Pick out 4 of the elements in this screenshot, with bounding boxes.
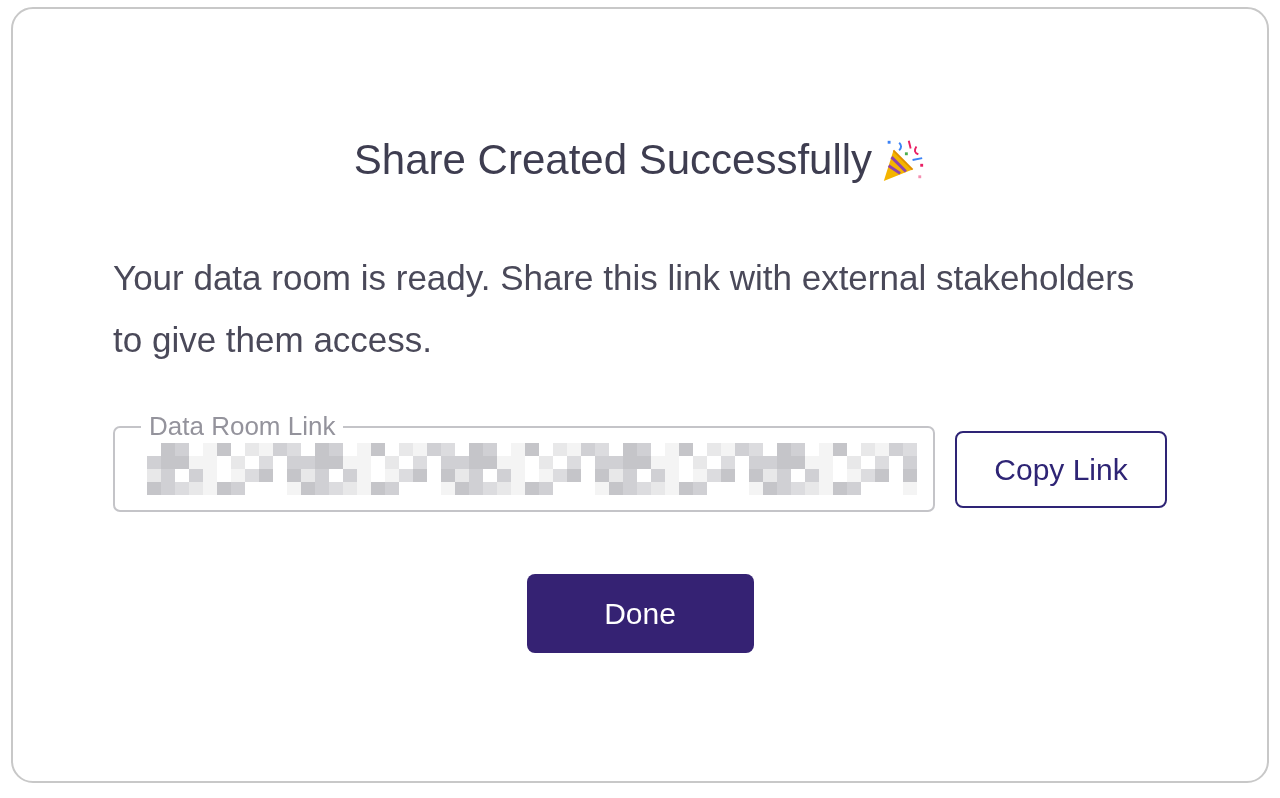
dialog-title: Share Created Successfully — [353, 135, 873, 185]
done-button[interactable]: Done — [526, 574, 754, 653]
copy-link-button[interactable]: Copy Link — [955, 430, 1167, 508]
dialog-message: Your data room is ready. Share this link with external stakeholders to give them access. — [113, 257, 1136, 361]
